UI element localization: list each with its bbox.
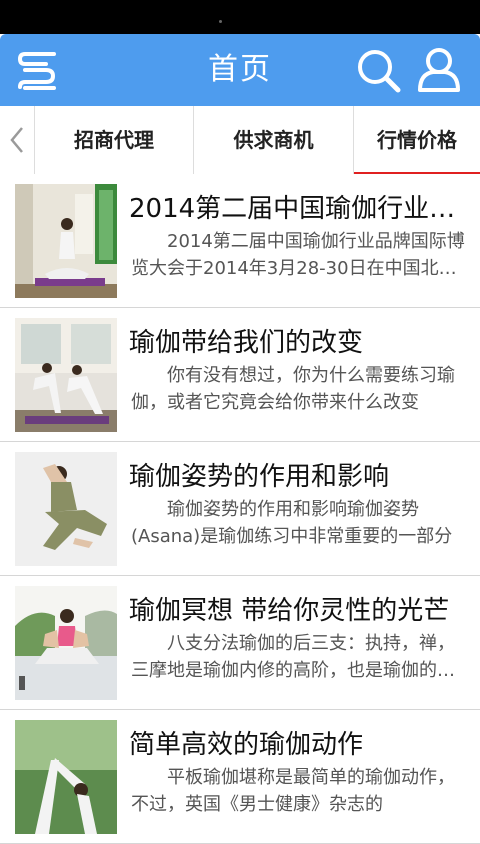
article-title: 瑜伽姿势的作用和影响 bbox=[129, 462, 390, 492]
list-item[interactable]: 瑜伽带给我们的改变 你有没有想过，你为什么需要练习瑜伽，或者它究竟会给你带来什么… bbox=[0, 308, 480, 442]
article-summary: 八支分法瑜伽的后三支：执持，禅，三摩地是瑜伽内修的高阶，也是瑜伽的精髓 bbox=[131, 633, 455, 681]
article-title: 瑜伽带给我们的改变 bbox=[129, 328, 364, 358]
article-thumbnail bbox=[15, 318, 117, 432]
article-title: 2014第二届中国瑜伽行业品牌国际博览大会 bbox=[129, 194, 467, 224]
article-summary: 瑜伽姿势的作用和影响瑜伽姿势(Asana)是瑜伽练习中非常重要的一部分 bbox=[131, 499, 453, 547]
category-tabbar: 招商代理 供求商机 行情价格 bbox=[0, 106, 480, 175]
chevron-left-icon[interactable] bbox=[0, 106, 35, 174]
user-icon[interactable] bbox=[416, 46, 462, 94]
article-title: 瑜伽冥想 带给你灵性的光芒 bbox=[129, 596, 450, 626]
tab-merchant-agency[interactable]: 招商代理 bbox=[35, 106, 194, 174]
article-thumbnail bbox=[15, 184, 117, 298]
tab-supply-demand[interactable]: 供求商机 bbox=[194, 106, 354, 174]
menu-icon[interactable] bbox=[16, 48, 62, 92]
article-thumbnail bbox=[15, 720, 117, 834]
article-title: 简单高效的瑜伽动作 bbox=[129, 730, 364, 760]
page-title: 首页 bbox=[208, 52, 272, 87]
status-bar bbox=[0, 0, 480, 34]
list-item[interactable]: 瑜伽姿势的作用和影响 瑜伽姿势的作用和影响瑜伽姿势(Asana)是瑜伽练习中非常… bbox=[0, 442, 480, 576]
list-item[interactable]: 2014第二届中国瑜伽行业品牌国际博览大会 2014第二届中国瑜伽行业品牌国际博… bbox=[0, 174, 480, 308]
status-indicator bbox=[219, 20, 222, 23]
article-summary: 2014第二届中国瑜伽行业品牌国际博览大会于2014年3月28-30日在中国北京… bbox=[131, 231, 465, 279]
article-thumbnail bbox=[15, 586, 117, 700]
tab-market-price[interactable]: 行情价格 bbox=[354, 106, 480, 174]
app-header: 首页 bbox=[0, 34, 480, 106]
article-list: 2014第二届中国瑜伽行业品牌国际博览大会 2014第二届中国瑜伽行业品牌国际博… bbox=[0, 174, 480, 844]
article-summary: 你有没有想过，你为什么需要练习瑜伽，或者它究竟会给你带来什么改变 bbox=[131, 365, 455, 413]
article-thumbnail bbox=[15, 452, 117, 566]
list-item[interactable]: 瑜伽冥想 带给你灵性的光芒 八支分法瑜伽的后三支：执持，禅，三摩地是瑜伽内修的高… bbox=[0, 576, 480, 710]
article-summary: 平板瑜伽堪称是最简单的瑜伽动作，不过，英国《男士健康》杂志的 bbox=[131, 767, 455, 815]
list-item[interactable]: 简单高效的瑜伽动作 平板瑜伽堪称是最简单的瑜伽动作，不过，英国《男士健康》杂志的 bbox=[0, 710, 480, 844]
search-icon[interactable] bbox=[356, 48, 402, 94]
